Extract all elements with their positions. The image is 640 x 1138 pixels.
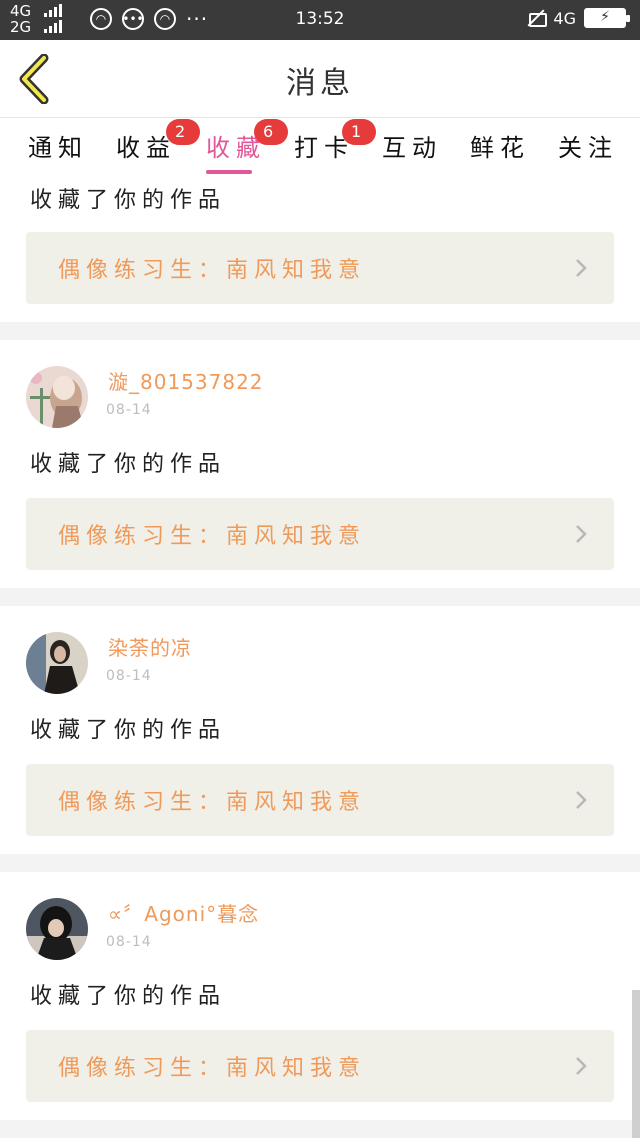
chevron-right-icon: [576, 791, 587, 809]
tab-label: 关注: [558, 134, 618, 162]
app-header: 消息: [0, 40, 640, 118]
message-text: 收藏了你的作品: [30, 718, 227, 743]
tab-favorites[interactable]: 收藏 6: [206, 119, 289, 163]
avatar[interactable]: [26, 898, 88, 960]
avatar-image: [26, 632, 88, 694]
active-tab-indicator: [206, 170, 252, 174]
date: 08-14: [106, 668, 152, 684]
tab-interaction[interactable]: 互动: [382, 128, 442, 163]
divider: [0, 1120, 640, 1138]
tab-checkin[interactable]: 打卡 1: [294, 119, 377, 163]
list-item: 漩_801537822 08-14 收藏了你的作品 偶像练习生：南风知我意: [0, 340, 640, 588]
work-link[interactable]: 偶像练习生：南风知我意: [26, 232, 614, 304]
work-link[interactable]: 偶像练习生：南风知我意: [26, 1030, 614, 1102]
work-title: 偶像练习生：南风知我意: [58, 258, 367, 283]
chevron-right-icon: [576, 259, 587, 277]
tab-label: 互动: [382, 134, 442, 162]
message-text: 收藏了你的作品: [30, 452, 227, 477]
divider: [0, 588, 640, 606]
tab-bar: 通知 收益 2 收藏 6 打卡 1 互动 鲜花 关注: [0, 118, 640, 176]
message-text: 收藏了你的作品: [30, 188, 227, 213]
work-title: 偶像练习生：南风知我意: [58, 790, 367, 815]
tab-notifications[interactable]: 通知: [28, 128, 88, 163]
work-link[interactable]: 偶像练习生：南风知我意: [26, 764, 614, 836]
avatar[interactable]: [26, 366, 88, 428]
tab-follow[interactable]: 关注: [558, 128, 618, 163]
mute-icon: [527, 9, 548, 27]
username[interactable]: ∝〞Agoni°暮念: [108, 898, 259, 927]
date: 08-14: [106, 934, 152, 950]
network-right-label: 4G: [553, 8, 576, 28]
tab-label: 通知: [28, 134, 88, 162]
tab-badge: 6: [254, 119, 289, 145]
list-item: ∝〞Agoni°暮念 08-14 收藏了你的作品 偶像练习生：南风知我意: [0, 872, 640, 1120]
avatar-image: [26, 898, 88, 960]
work-title: 偶像练习生：南风知我意: [58, 524, 367, 549]
battery-icon: ⚡: [584, 8, 630, 28]
username[interactable]: 漩_801537822: [108, 366, 264, 395]
chevron-right-icon: [576, 525, 587, 543]
list-item: 染荼的凉 08-14 收藏了你的作品 偶像练习生：南风知我意: [0, 606, 640, 854]
tab-flowers[interactable]: 鲜花: [470, 128, 530, 163]
page-title: 消息: [286, 66, 354, 101]
tab-badge: 1: [342, 119, 377, 145]
message-text: 收藏了你的作品: [30, 984, 227, 1009]
chevron-right-icon: [576, 1057, 587, 1075]
scrollbar[interactable]: [632, 990, 640, 1138]
avatar-image: [26, 366, 88, 428]
divider: [0, 322, 640, 340]
status-bar: 4G 2G ◠ ••• ◠ ··· 13:52 4G ⚡: [0, 0, 640, 40]
work-title: 偶像练习生：南风知我意: [58, 1056, 367, 1081]
tab-label: 鲜花: [470, 134, 530, 162]
date: 08-14: [106, 402, 152, 418]
divider: [0, 854, 640, 872]
work-link[interactable]: 偶像练习生：南风知我意: [26, 498, 614, 570]
tab-badge: 2: [166, 119, 201, 145]
username[interactable]: 染荼的凉: [108, 632, 192, 661]
tab-earnings[interactable]: 收益 2: [116, 119, 201, 163]
list-item: 收藏了你的作品 偶像练习生：南风知我意: [0, 176, 640, 322]
avatar[interactable]: [26, 632, 88, 694]
